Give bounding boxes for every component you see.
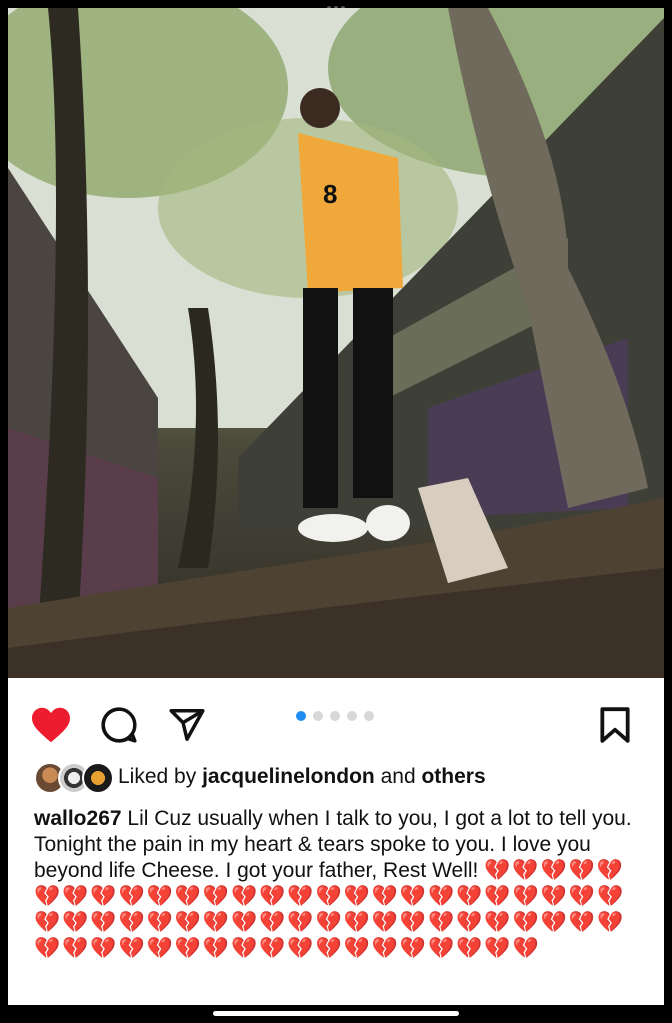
carousel-dot	[313, 711, 323, 721]
likes-others-link[interactable]: others	[421, 765, 485, 788]
photo-illustration: 8	[8, 8, 664, 678]
comment-icon[interactable]	[100, 706, 138, 749]
likes-middle: and	[374, 765, 422, 788]
carousel-dot	[296, 711, 306, 721]
carousel-dot	[364, 711, 374, 721]
caption-username[interactable]: wallo267	[34, 807, 122, 830]
liker-avatars[interactable]	[34, 762, 114, 794]
likes-prefix: Liked by	[118, 765, 203, 788]
send-icon[interactable]	[167, 706, 207, 749]
liker-username[interactable]: jacquelinelondon	[202, 765, 375, 788]
action-bar	[8, 678, 664, 758]
post-caption: wallo267 Lil Cuz usually when I talk to …	[34, 806, 640, 962]
heart-icon[interactable]	[30, 706, 72, 749]
avatar	[82, 762, 114, 794]
carousel-dot	[330, 711, 340, 721]
post-image[interactable]: 8	[8, 8, 664, 678]
likes-row: Liked by jacquelinelondon and others	[8, 760, 664, 794]
home-indicator[interactable]	[213, 1011, 459, 1016]
svg-text:8: 8	[323, 179, 337, 209]
carousel-indicator	[296, 711, 374, 721]
post-card: 8 Liked by jacquelinelondon and others w…	[8, 8, 664, 1005]
bookmark-icon[interactable]	[598, 706, 632, 749]
likes-summary: Liked by jacquelinelondon and others	[118, 765, 486, 789]
carousel-dot	[347, 711, 357, 721]
